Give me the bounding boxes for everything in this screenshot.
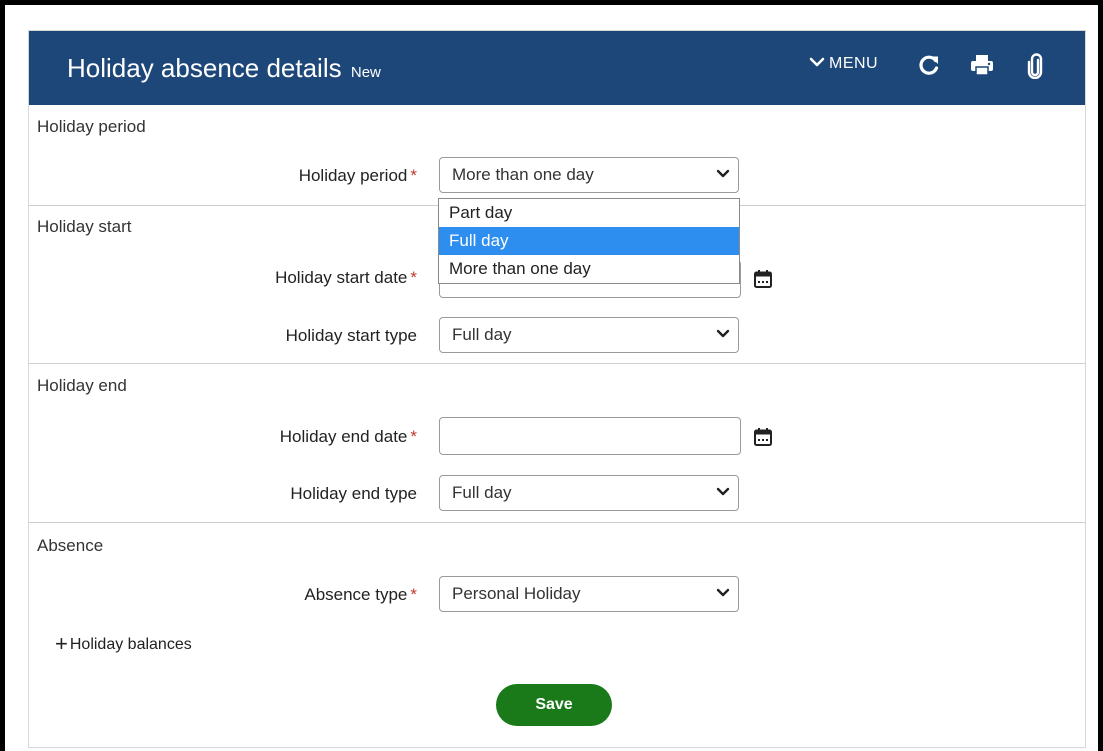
holiday-period-label: Holiday period * xyxy=(299,166,417,186)
calendar-icon[interactable] xyxy=(753,427,773,447)
holiday-end-type-select[interactable]: Full day xyxy=(439,475,739,511)
holiday-start-date-label: Holiday start date * xyxy=(275,268,417,288)
holiday-start-type-label: Holiday start type xyxy=(285,326,417,345)
form-header: Holiday absence details New MENU xyxy=(29,31,1085,105)
chevron-down-icon xyxy=(809,57,825,67)
holiday-end-date-label-text: Holiday end date xyxy=(279,427,408,446)
window-border-left xyxy=(0,0,5,751)
holiday-end-type-value: Full day xyxy=(452,483,512,502)
holiday-period-dropdown-list: Part day Full day More than one day xyxy=(438,198,740,284)
absence-type-label: Absence type * xyxy=(304,585,417,605)
holiday-end-date-label: Holiday end date * xyxy=(280,427,417,447)
holiday-balances-label: Holiday balances xyxy=(69,636,192,653)
dropdown-option-full-day[interactable]: Full day xyxy=(439,227,739,255)
chevron-down-icon xyxy=(716,329,730,338)
required-marker: * xyxy=(410,427,417,446)
calendar-icon[interactable] xyxy=(753,269,773,289)
holiday-period-value: More than one day xyxy=(452,165,594,184)
section-title-holiday-period: Holiday period xyxy=(37,117,146,136)
save-button[interactable]: Save xyxy=(496,684,612,726)
section-title-holiday-end: Holiday end xyxy=(37,376,127,395)
required-marker: * xyxy=(410,166,417,185)
holiday-end-type-label: Holiday end type xyxy=(290,484,417,503)
window-border-top xyxy=(0,0,1103,5)
refresh-icon[interactable] xyxy=(918,53,940,77)
page-title-text: Holiday absence details xyxy=(67,53,342,83)
menu-button[interactable]: MENU xyxy=(809,55,878,73)
required-marker: * xyxy=(410,585,417,604)
dropdown-option-more-than-one-day[interactable]: More than one day xyxy=(439,255,739,283)
holiday-period-select[interactable]: More than one day xyxy=(439,157,739,193)
dropdown-option-part-day[interactable]: Part day xyxy=(439,199,739,227)
absence-type-label-text: Absence type xyxy=(304,585,408,604)
section-divider xyxy=(29,522,1085,523)
required-marker: * xyxy=(410,268,417,287)
section-title-absence: Absence xyxy=(37,536,104,555)
chevron-down-icon xyxy=(716,588,730,597)
menu-label: MENU xyxy=(829,55,879,72)
section-divider xyxy=(29,363,1085,364)
plus-icon: + xyxy=(55,631,68,656)
holiday-start-type-value: Full day xyxy=(452,325,512,344)
holiday-balances-toggle[interactable]: + Holiday balances xyxy=(55,631,192,657)
chevron-down-icon xyxy=(716,169,730,178)
attachment-icon[interactable] xyxy=(1027,53,1043,79)
holiday-period-label-text: Holiday period xyxy=(298,166,408,185)
status-label: New xyxy=(350,64,381,81)
absence-type-value: Personal Holiday xyxy=(452,584,581,603)
holiday-start-type-select[interactable]: Full day xyxy=(439,317,739,353)
holiday-start-date-label-text: Holiday start date xyxy=(275,268,408,287)
window-border-right xyxy=(1098,0,1103,751)
absence-type-select[interactable]: Personal Holiday xyxy=(439,576,739,612)
holiday-absence-form: Holiday absence details New MENU Holiday… xyxy=(28,30,1086,748)
chevron-down-icon xyxy=(716,487,730,496)
holiday-end-date-input[interactable] xyxy=(439,417,741,455)
print-icon[interactable] xyxy=(969,53,995,77)
section-title-holiday-start: Holiday start xyxy=(37,217,132,236)
page-title: Holiday absence details New xyxy=(67,53,381,84)
